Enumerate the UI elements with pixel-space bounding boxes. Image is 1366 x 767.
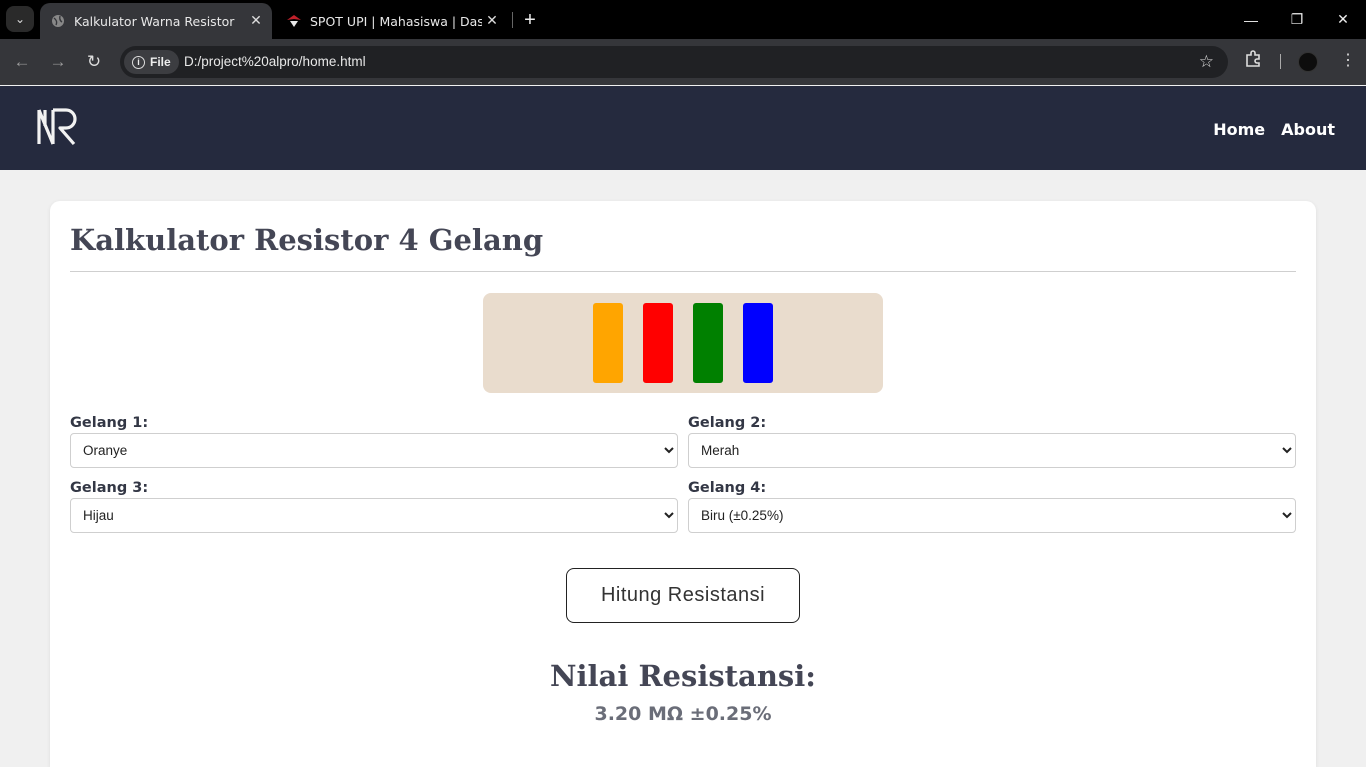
info-icon: i (132, 55, 145, 69)
band-3-field: Gelang 3: Hijau (70, 480, 678, 533)
scheme-label: File (150, 55, 171, 69)
new-tab-icon[interactable]: + (518, 8, 542, 32)
address-bar[interactable]: i File D:/project%20alpro/home.html ☆ (120, 46, 1228, 78)
calculator-card: Kalkulator Resistor 4 Gelang Gelang 1: O… (50, 201, 1316, 767)
result-value: 3.20 MΩ ±0.25% (594, 703, 772, 725)
close-tab-icon[interactable]: ✕ (482, 11, 502, 31)
browser-toolbar: ← → ↻ i File D:/project%20alpro/home.htm… (0, 39, 1366, 85)
band-3-swatch (693, 303, 723, 383)
band-1-field: Gelang 1: Oranye (70, 415, 678, 468)
band-1-label: Gelang 1: (70, 415, 149, 431)
site-navbar: Home About (0, 86, 1366, 170)
band-3-select[interactable]: Hijau (70, 498, 678, 533)
title-divider (70, 271, 1296, 272)
band-4-field: Gelang 4: Biru (±0.25%) (688, 480, 1296, 533)
tab-spot-upi[interactable]: SPOT UPI | Mahasiswa | Dashboard ✕ (276, 3, 508, 39)
bookmark-star-icon[interactable]: ☆ (1199, 52, 1214, 72)
calculate-button[interactable]: Hitung Resistansi (566, 568, 800, 623)
toolbar-divider (1280, 54, 1281, 69)
profile-avatar[interactable] (1298, 52, 1318, 72)
tab-kalkulator[interactable]: Kalkulator Warna Resistor ✕ (40, 3, 272, 39)
band-1-select[interactable]: Oranye (70, 433, 678, 468)
restore-icon[interactable]: ❐ (1274, 0, 1320, 39)
tab-search-button[interactable]: ⌄ (6, 6, 34, 32)
reload-icon[interactable]: ↻ (82, 50, 106, 74)
nav-links: Home About (1213, 120, 1335, 139)
band-3-label: Gelang 3: (70, 480, 149, 496)
tab-title: Kalkulator Warna Resistor (74, 13, 235, 29)
globe-icon (50, 13, 66, 29)
result-title: Nilai Resistansi: (550, 659, 816, 693)
band-2-label: Gelang 2: (688, 415, 767, 431)
extensions-icon[interactable] (1244, 50, 1262, 73)
band-1-swatch (593, 303, 623, 383)
band-4-select[interactable]: Biru (±0.25%) (688, 498, 1296, 533)
close-tab-icon[interactable]: ✕ (246, 11, 266, 31)
band-4-swatch (743, 303, 773, 383)
upi-logo-icon (286, 13, 302, 29)
forward-icon[interactable]: → (46, 50, 70, 74)
band-2-select[interactable]: Merah (688, 433, 1296, 468)
band-2-swatch (643, 303, 673, 383)
browser-tab-bar: ⌄ Kalkulator Warna Resistor ✕ SPOT UPI |… (0, 0, 1366, 39)
close-window-icon[interactable]: ✕ (1320, 0, 1366, 39)
page-title: Kalkulator Resistor 4 Gelang (70, 223, 544, 257)
band-4-label: Gelang 4: (688, 480, 767, 496)
url-text: D:/project%20alpro/home.html (184, 54, 366, 69)
band-2-field: Gelang 2: Merah (688, 415, 1296, 468)
back-icon[interactable]: ← (10, 50, 34, 74)
resistor-preview (483, 293, 883, 393)
nav-about-link[interactable]: About (1281, 120, 1335, 139)
tab-separator (512, 12, 513, 28)
menu-kebab-icon[interactable]: ⋮ (1340, 50, 1356, 70)
nav-home-link[interactable]: Home (1213, 120, 1265, 139)
tab-title: SPOT UPI | Mahasiswa | Dashboard (310, 13, 482, 29)
minimize-icon[interactable]: — (1228, 0, 1274, 39)
site-info-chip[interactable]: i File (124, 50, 179, 74)
site-logo[interactable] (36, 104, 80, 148)
